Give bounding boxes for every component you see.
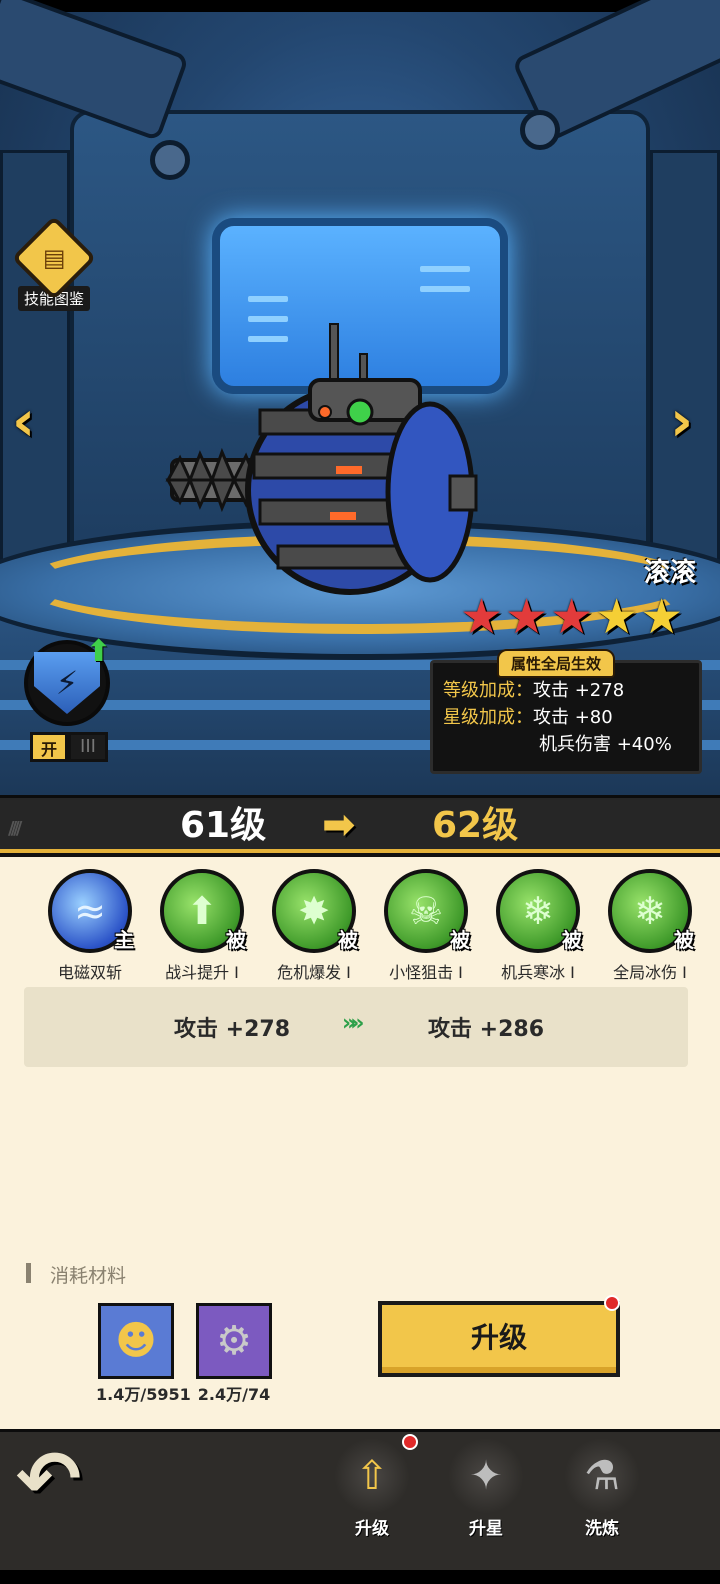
buff-value: 攻击 +278	[533, 680, 625, 701]
tab-refine[interactable]: ⚗ 洗炼	[552, 1438, 652, 1539]
current-level: 61级	[180, 805, 267, 846]
buff-row-mech-damage: 机兵伤害 +40%	[443, 731, 689, 758]
skill-name: 机兵寒冰 I	[501, 963, 575, 982]
skill-badge: 主	[114, 928, 134, 952]
upgrade-button[interactable]: 升级	[378, 1301, 620, 1377]
skill-item[interactable]: ❄ 被 机兵寒冰 I	[488, 869, 588, 983]
wall-pillar-left	[0, 150, 70, 600]
buff-key: 等级加成：	[443, 680, 533, 701]
burst-icon: ✸ 被	[272, 869, 358, 953]
flask-icon: ⚗	[564, 1438, 640, 1514]
tab-star-up[interactable]: ✦ 升星	[436, 1438, 536, 1539]
bottom-nav: ↶ ⇧ 升级 ✦ 升星 ⚗ 洗炼	[0, 1429, 720, 1584]
next-level: 62级	[432, 805, 519, 846]
skill-name: 危机爆发 I	[277, 963, 351, 982]
tab-label: 洗炼	[585, 1519, 619, 1539]
stat-change-box: 攻击 +278 »» 攻击 +286	[24, 987, 688, 1067]
buff-key: 星级加成：	[443, 707, 533, 728]
star-icon: ★	[550, 589, 594, 645]
gear-icon: ⚙	[196, 1303, 272, 1379]
core-toggle[interactable]: 开 III	[30, 732, 108, 762]
toggle-off[interactable]: III	[68, 732, 108, 762]
notification-dot	[604, 1295, 620, 1311]
skill-item[interactable]: ≈ 主 电磁双斩	[40, 869, 140, 983]
star-icon: ★	[460, 589, 504, 645]
buff-value: 机兵伤害 +40%	[539, 734, 672, 755]
skull-coin-icon: ☻	[98, 1303, 174, 1379]
star-icon: ★	[505, 589, 549, 645]
mech-robot-sprite	[160, 320, 490, 600]
star-rating: ★ ★ ★ ★ ★	[460, 593, 683, 641]
skill-item[interactable]: ✸ 被 危机爆发 I	[264, 869, 364, 983]
tab-label: 升级	[355, 1519, 389, 1539]
nav-bottom-edge	[0, 1570, 720, 1584]
stat-next: 攻击 +286	[428, 1017, 545, 1042]
skill-badge: 被	[562, 928, 582, 952]
material-count: 2.4万/74	[197, 1385, 271, 1404]
materials-title: 消耗材料	[26, 1261, 126, 1288]
skill-name: 电磁双斩	[57, 963, 122, 982]
material-item[interactable]: ☻ 1.4万/5951	[96, 1303, 191, 1405]
buff-value: 攻击 +80	[533, 707, 613, 728]
wall-pillar-right	[650, 150, 720, 600]
next-mech-arrow[interactable]: ›	[670, 392, 710, 452]
stat-current: 攻击 +278	[174, 1017, 291, 1042]
upgrade-arrow-icon: ⇧	[334, 1438, 410, 1514]
double-chevron-icon: »»	[342, 1011, 365, 1036]
skill-badge: 被	[450, 928, 470, 952]
skill-item[interactable]: ❄ 被 全局冰伤 I	[600, 869, 700, 983]
up-arrow-icon: ⬆ 被	[160, 869, 246, 953]
skill-name: 小怪狙击 I	[389, 963, 463, 982]
buff-row-star: 星级加成：攻击 +80	[443, 704, 689, 731]
snowflake-icon: ❄ 被	[496, 869, 582, 953]
back-arrow-icon[interactable]: ↶	[16, 1440, 106, 1520]
skill-badge: 被	[674, 928, 694, 952]
drill-right-icon	[520, 110, 560, 150]
blade-slash-icon: ≈ 主	[48, 869, 134, 953]
upgrade-info-panel: ≈ 主 电磁双斩 ⬆ 被 战斗提升 I ✸ 被 危机爆发 I ☠ 被 小怪狙击 I ❄ 被…	[0, 857, 720, 1429]
tab-upgrade[interactable]: ⇧ 升级	[322, 1438, 422, 1539]
material-count: 1.4万/5951	[96, 1385, 191, 1404]
skill-list: ≈ 主 电磁双斩 ⬆ 被 战斗提升 I ✸ 被 危机爆发 I ☠ 被 小怪狙击 I ❄ 被…	[40, 869, 700, 983]
buff-panel-tag: 属性全局生效	[497, 649, 616, 678]
skill-badge: 被	[338, 928, 358, 952]
claw-left-icon	[150, 140, 190, 180]
global-buff-panel: 属性全局生效 等级加成：攻击 +278 星级加成：攻击 +80 机兵伤害 +40…	[430, 649, 702, 774]
skill-name: 全局冰伤 I	[613, 963, 687, 982]
stripe-decoration: ////	[8, 818, 22, 839]
mech-showcase-scene: ▤ 技能图鉴 ‹ › 滚滚 ★ ★ ★ ★ ★ 属性全局生效 等级加成：攻击 +…	[0, 0, 720, 795]
toggle-on[interactable]: 开	[30, 732, 68, 762]
level-bar: //// 61级 ➡ 62级	[0, 795, 720, 853]
notification-dot	[402, 1434, 418, 1450]
snowflake-icon: ❄ 被	[608, 869, 694, 953]
status-bar	[0, 0, 720, 12]
upgrade-available-icon: ⬆	[86, 634, 112, 669]
skill-codex-button[interactable]: ▤ 技能图鉴	[10, 215, 98, 311]
star-burst-icon: ✦	[448, 1438, 524, 1514]
star-icon: ★	[595, 589, 639, 645]
prev-mech-arrow[interactable]: ‹	[12, 392, 52, 452]
skill-item[interactable]: ⬆ 被 战斗提升 I	[152, 869, 252, 983]
tab-label: 升星	[469, 1519, 503, 1539]
skull-icon: ☠ 被	[384, 869, 470, 953]
material-item[interactable]: ⚙ 2.4万/74	[194, 1303, 274, 1405]
star-icon: ★	[640, 589, 684, 645]
buff-row-level: 等级加成：攻击 +278	[443, 677, 689, 704]
mech-name: 滚滚	[643, 558, 696, 588]
level-arrow-icon: ➡	[322, 802, 356, 848]
skill-badge: 被	[226, 928, 246, 952]
skill-name: 战斗提升 I	[165, 963, 239, 982]
skill-item[interactable]: ☠ 被 小怪狙击 I	[376, 869, 476, 983]
